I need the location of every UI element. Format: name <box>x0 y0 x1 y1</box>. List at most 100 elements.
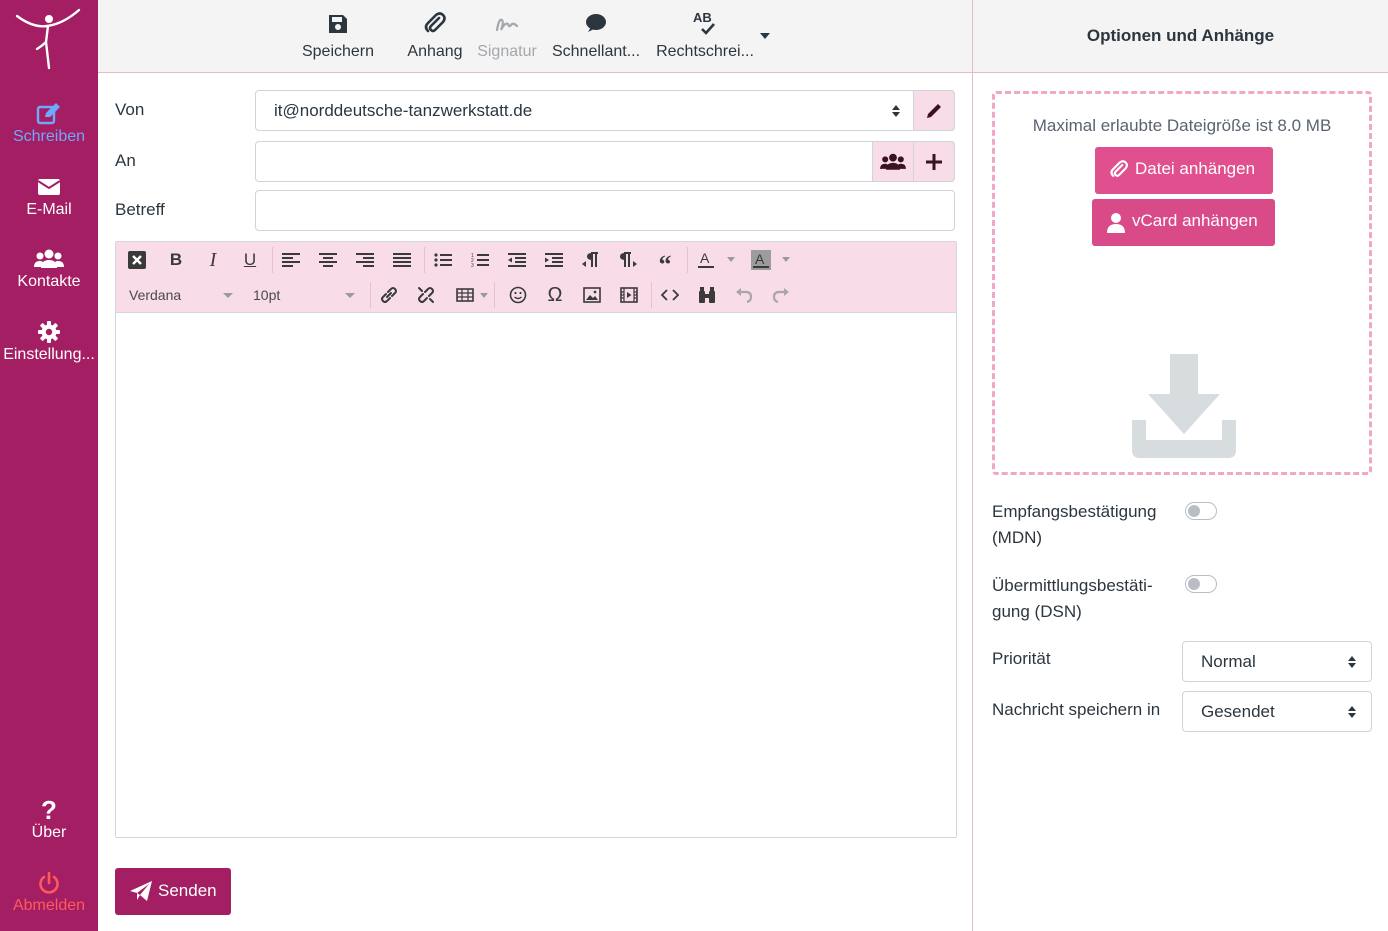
power-icon <box>0 869 98 897</box>
outdent-icon[interactable] <box>502 246 532 274</box>
edit-identity-button[interactable] <box>913 90 955 131</box>
blockquote-icon[interactable]: “ <box>650 246 680 278</box>
italic-icon[interactable]: I <box>198 246 228 274</box>
toolbar-divider <box>370 282 371 308</box>
rich-text-editor: B I U 123 “ A A Verdana 10pt Ω <box>115 241 957 838</box>
attachment-button[interactable]: Anhang <box>400 0 470 72</box>
toolbar-divider <box>687 247 688 273</box>
sidebar-item-settings[interactable]: Einstellung... <box>0 318 98 364</box>
dsn-toggle[interactable] <box>1185 575 1217 593</box>
sidebar-item-label: E-Mail <box>26 201 72 218</box>
sidebar-item-label: Kontakte <box>17 273 81 290</box>
svg-text:A: A <box>755 251 765 267</box>
text-color-caret-icon[interactable] <box>727 257 735 262</box>
sidebar-item-about[interactable]: ? Über <box>0 796 98 842</box>
dsn-label: Übermittlungsbestäti-gung (DSN) <box>992 576 1153 621</box>
emoticon-icon[interactable] <box>503 281 533 309</box>
priority-select[interactable]: Normal <box>1182 641 1372 682</box>
link-icon[interactable] <box>374 281 404 309</box>
rtl-paragraph-icon[interactable] <box>613 246 643 274</box>
indent-icon[interactable] <box>539 246 569 274</box>
align-right-icon[interactable] <box>350 246 380 274</box>
options-panel: Maximal erlaubte Dateigröße ist 8.0 MB D… <box>972 73 1388 931</box>
font-size-select[interactable]: 10pt <box>253 281 357 309</box>
sidebar-item-contacts[interactable]: Kontakte <box>0 245 98 291</box>
sidebar-item-label: Einstellung... <box>3 346 95 363</box>
send-button[interactable]: Senden <box>115 868 231 915</box>
attachment-button-label: Anhang <box>407 43 463 60</box>
subject-input[interactable] <box>255 190 955 231</box>
sidebar-item-label: Abmelden <box>12 897 86 914</box>
signature-button[interactable]: Signatur <box>473 0 541 72</box>
mail-compose-app: Schreiben E-Mail Kontakte Einstellung...… <box>0 0 1388 931</box>
attach-vcard-button[interactable]: vCard anhängen <box>1092 199 1275 246</box>
background-color-caret-icon[interactable] <box>782 257 790 262</box>
sidebar-item-mail[interactable]: E-Mail <box>0 173 98 219</box>
special-character-icon[interactable]: Ω <box>540 281 570 309</box>
users-icon <box>0 245 98 273</box>
spellcheck-dropdown-caret-icon[interactable] <box>760 33 770 39</box>
font-family-select[interactable]: Verdana <box>129 281 233 309</box>
add-recipient-button[interactable] <box>913 141 955 182</box>
max-file-size-hint: Maximal erlaubte Dateigröße ist 8.0 MB <box>1032 116 1332 135</box>
floppy-disk-icon <box>329 15 347 33</box>
toolbar-divider <box>651 282 652 308</box>
from-label: Von <box>115 100 145 119</box>
address-book-button[interactable] <box>872 141 914 182</box>
pencil-icon <box>927 103 941 118</box>
quick-reply-button-label: Schnellant... <box>551 43 641 60</box>
font-family-value: Verdana <box>129 287 182 303</box>
subject-label: Betreff <box>115 200 165 219</box>
sidebar-item-compose[interactable]: Schreiben <box>0 100 98 146</box>
save-in-select[interactable]: Gesendet <box>1182 691 1372 732</box>
save-button-label: Speichern <box>301 43 375 60</box>
search-replace-icon[interactable] <box>692 281 722 309</box>
unlink-icon[interactable] <box>411 281 441 309</box>
table-icon[interactable] <box>450 281 480 309</box>
font-family-caret-icon <box>223 293 233 298</box>
spellcheck-button[interactable]: AB Rechtschrei... <box>655 0 755 72</box>
user-icon <box>1107 213 1125 233</box>
source-code-icon[interactable] <box>655 281 685 309</box>
toolbar-divider <box>424 247 425 273</box>
background-color-icon[interactable]: A <box>746 246 776 274</box>
editor-content-area[interactable] <box>116 313 956 837</box>
from-select[interactable]: it@norddeutsche-tanzwerkstatt.de <box>255 90 955 131</box>
paper-plane-icon <box>130 881 152 901</box>
to-input[interactable] <box>255 141 955 182</box>
redo-icon[interactable] <box>766 281 796 309</box>
ltr-paragraph-icon[interactable] <box>576 246 606 274</box>
image-icon[interactable] <box>577 281 607 309</box>
users-icon <box>880 153 906 170</box>
clear-format-icon[interactable] <box>122 246 152 274</box>
mdn-toggle[interactable] <box>1185 502 1217 520</box>
save-button[interactable]: Speichern <box>296 0 380 72</box>
attach-vcard-label: vCard anhängen <box>1132 211 1258 230</box>
sidebar-item-logout[interactable]: Abmelden <box>0 869 98 915</box>
ballerina-logo-icon <box>15 8 81 70</box>
send-button-label: Senden <box>158 881 217 900</box>
to-label: An <box>115 151 136 170</box>
align-justify-icon[interactable] <box>387 246 417 274</box>
question-icon: ? <box>41 795 57 825</box>
bold-icon[interactable]: B <box>161 246 191 274</box>
font-size-value: 10pt <box>253 287 281 303</box>
mdn-label: Empfangsbestätigung (MDN) <box>992 502 1157 547</box>
table-caret-icon[interactable] <box>480 293 488 298</box>
attach-file-button[interactable]: Datei anhängen <box>1095 147 1273 194</box>
undo-icon[interactable] <box>729 281 759 309</box>
signature-icon <box>495 18 519 32</box>
quick-reply-button[interactable]: Schnellant... <box>550 0 642 72</box>
numbered-list-icon[interactable]: 123 <box>465 246 495 274</box>
attachment-dropzone[interactable]: Maximal erlaubte Dateigröße ist 8.0 MB D… <box>992 91 1372 475</box>
align-left-icon[interactable] <box>276 246 306 274</box>
bullet-list-icon[interactable] <box>428 246 458 274</box>
media-icon[interactable] <box>614 281 644 309</box>
spellcheck-button-label: Rechtschrei... <box>656 43 754 60</box>
text-color-icon[interactable]: A <box>691 246 721 274</box>
sidebar-item-label: Schreiben <box>12 128 86 145</box>
gear-icon <box>0 318 98 346</box>
underline-icon[interactable]: U <box>235 246 265 274</box>
align-center-icon[interactable] <box>313 246 343 274</box>
svg-text:3: 3 <box>471 263 474 268</box>
